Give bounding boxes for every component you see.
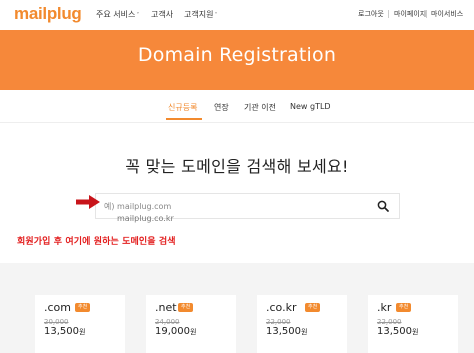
nav-item-support[interactable]: 고객지원˅ (184, 9, 217, 20)
active-tab-indicator (166, 118, 202, 120)
myservice-link[interactable]: 마이서비스 (431, 9, 463, 19)
domain-search-section: 꼭 맞는 도메인을 검색해 보세요! mailplug.co.kr 회원가입 후… (0, 123, 474, 263)
utility-divider (426, 10, 427, 18)
price-card-co-kr[interactable]: .co.kr 추천 22,000 13,500원 (257, 295, 347, 353)
top-navigation: mailplug 주요 서비스˅ 고객사 고객지원˅ 로그아웃 마이페이지 마이… (0, 0, 474, 30)
mailplug-logo[interactable]: mailplug (14, 4, 82, 24)
tld-name: .kr (377, 301, 392, 314)
search-icon[interactable] (377, 200, 389, 212)
search-headline: 꼭 맞는 도메인을 검색해 보세요! (125, 157, 349, 176)
price-card-net[interactable]: .net 추천 24,000 19,000원 (146, 295, 236, 353)
logout-link[interactable]: 로그아웃 (358, 9, 384, 19)
chevron-down-icon: ˅ (214, 12, 218, 19)
tld-name: .net (155, 301, 177, 314)
nav-item-customers[interactable]: 고객사 (151, 9, 173, 20)
pricing-section: .com 추천 20,000 13,500원 .net 추천 24,000 19… (0, 263, 474, 353)
tld-name: .co.kr (266, 301, 297, 314)
nav-item-label: 고객사 (151, 10, 174, 19)
domain-search-input[interactable] (104, 199, 374, 213)
tab-bar: 신규등록 연장 기관 이전 New gTLD (0, 90, 474, 122)
tab-renewal[interactable]: 연장 (214, 102, 229, 113)
tab-new-gtld[interactable]: New gTLD (290, 102, 331, 111)
page-title: Domain Registration (137, 44, 337, 66)
hero-banner: Domain Registration (0, 30, 474, 90)
recommended-badge: 추천 (305, 303, 321, 312)
utility-divider (388, 10, 389, 18)
original-price: 24,000 (155, 318, 180, 326)
nav-item-label: 주요 서비스 (96, 10, 136, 19)
chevron-down-icon: ˅ (136, 12, 140, 19)
recommended-badge: 추천 (178, 303, 194, 312)
sale-price: 19,000원 (155, 326, 197, 337)
price-card-com[interactable]: .com 추천 20,000 13,500원 (35, 295, 125, 353)
sale-price: 13,500원 (266, 326, 308, 337)
original-price: 22,000 (266, 318, 291, 326)
sale-price: 13,500원 (377, 326, 419, 337)
nav-item-label: 고객지원 (184, 10, 214, 19)
annotation-text: 회원가입 후 여기에 원하는 도메인을 검색 (17, 237, 176, 247)
search-suggestion[interactable]: mailplug.co.kr (117, 214, 174, 223)
recommended-badge: 추천 (396, 303, 412, 312)
sale-price: 13,500원 (44, 326, 86, 337)
original-price: 20,000 (44, 318, 69, 326)
tab-transfer[interactable]: 기관 이전 (244, 102, 276, 113)
arrow-right-icon (76, 195, 100, 209)
price-card-kr[interactable]: .kr 추천 22,000 13,500원 (368, 295, 458, 353)
original-price: 22,000 (377, 318, 402, 326)
tab-new-registration[interactable]: 신규등록 (168, 102, 197, 113)
recommended-badge: 추천 (75, 303, 91, 312)
mypage-link[interactable]: 마이페이지 (394, 9, 426, 19)
nav-item-services[interactable]: 주요 서비스˅ (96, 9, 139, 20)
tld-name: .com (44, 301, 71, 314)
